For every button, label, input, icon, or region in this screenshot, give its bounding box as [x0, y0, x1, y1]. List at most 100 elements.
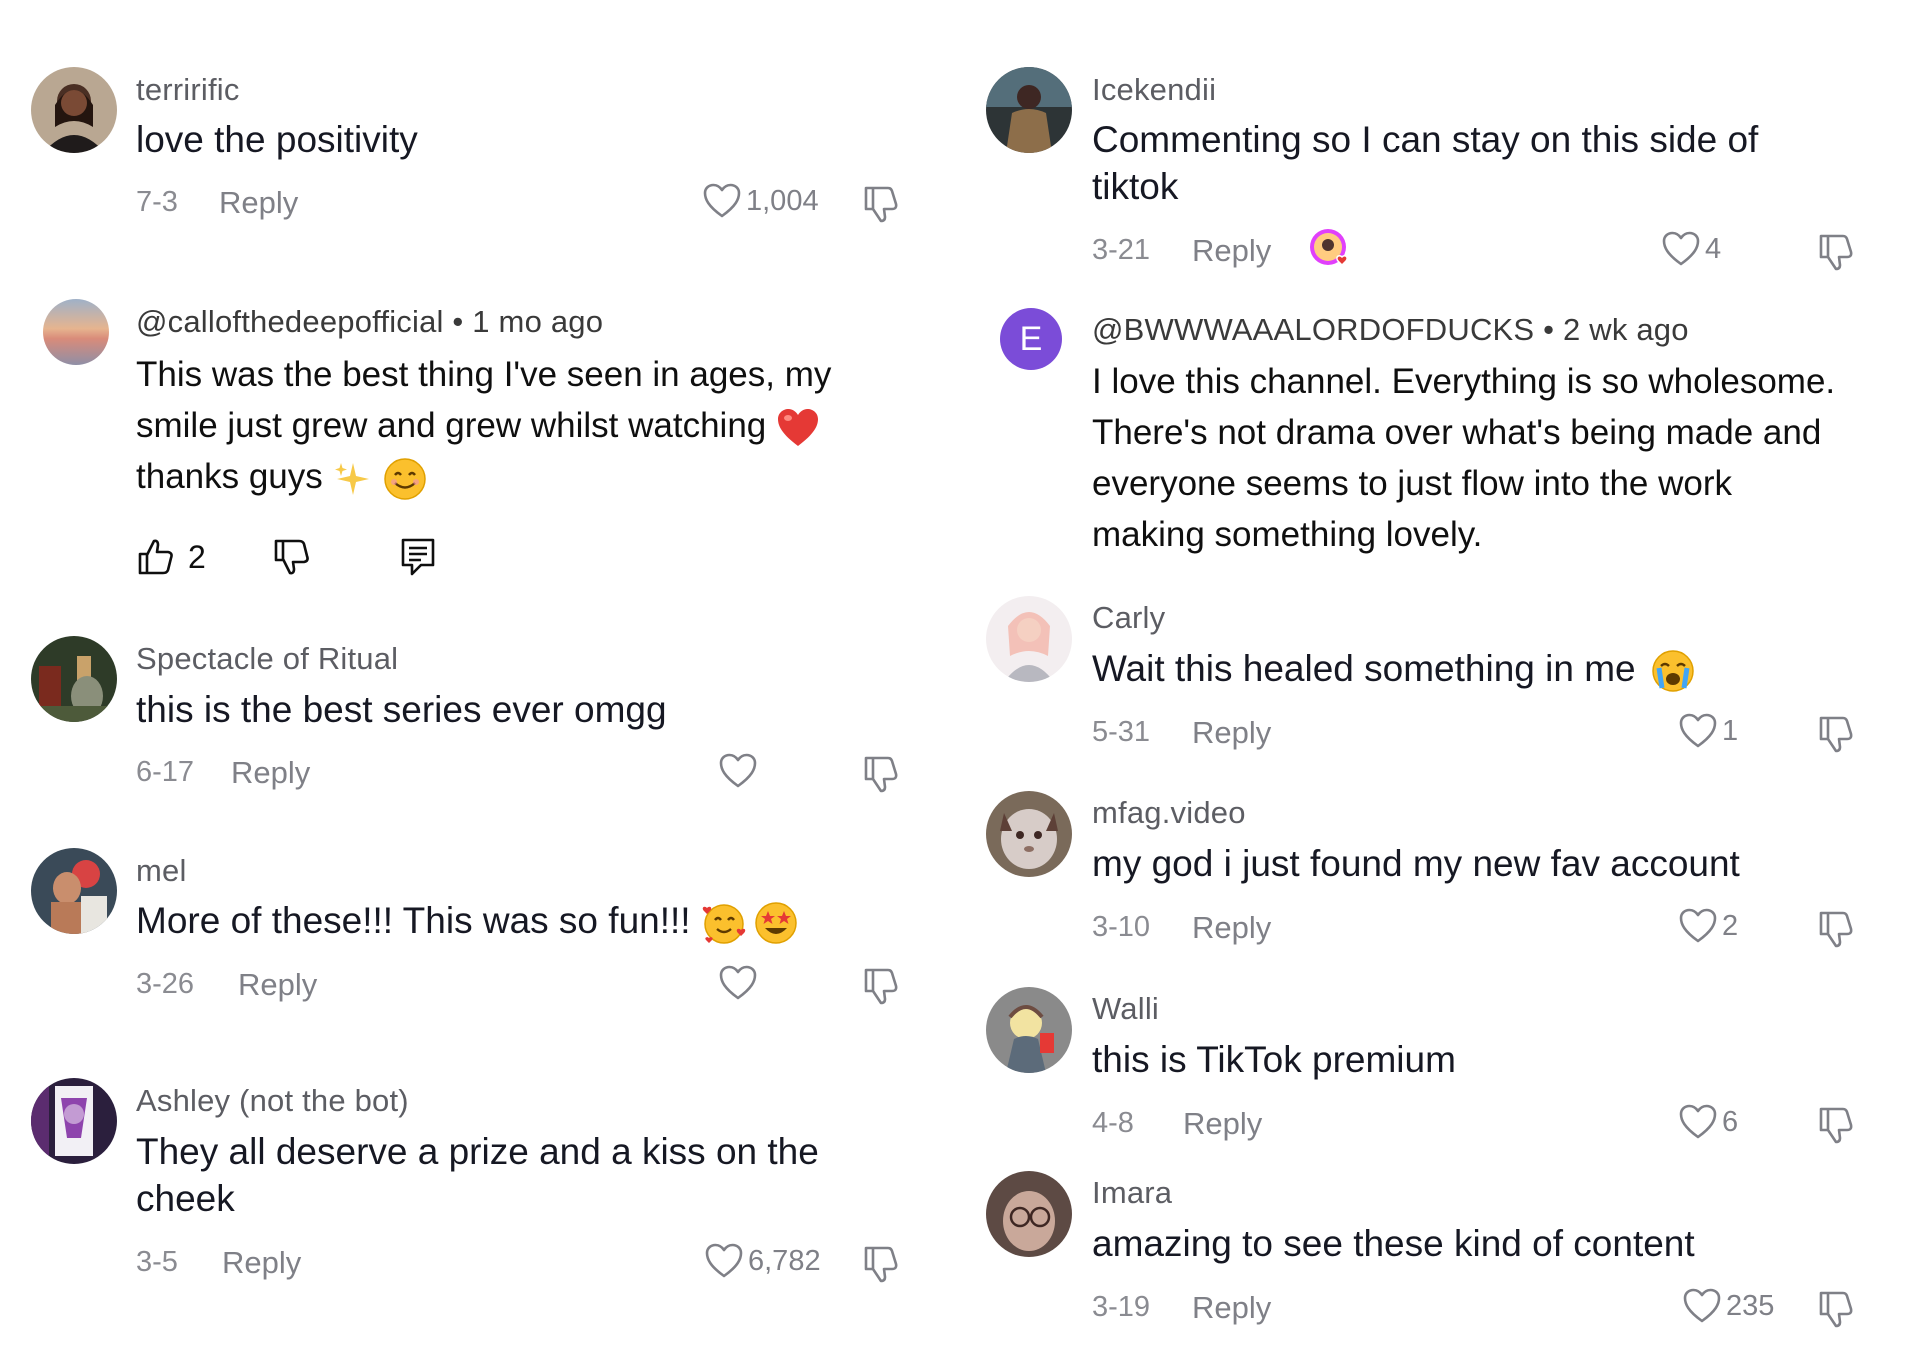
comment-text: my god i just found my new fav account: [1092, 843, 1740, 884]
like-button[interactable]: 1: [1678, 712, 1738, 750]
avatar[interactable]: E: [1000, 308, 1062, 370]
like-count: 235: [1726, 1289, 1775, 1322]
comment-text: this is TikTok premium: [1092, 1039, 1456, 1080]
like-count: 6,782: [748, 1244, 821, 1277]
like-button[interactable]: 1,004: [702, 182, 819, 220]
username[interactable]: Imara: [1092, 1175, 1172, 1211]
comment-meta: @callofthedeepofficial • 1 mo ago: [136, 304, 603, 340]
username[interactable]: @BWWWAAALORDOFDUCKS: [1092, 312, 1534, 347]
thumbs-down-icon[interactable]: [1815, 1287, 1857, 1329]
reply-button[interactable]: Reply: [1192, 1290, 1271, 1326]
comment-text-line: I love this channel. Everything is so wh…: [1092, 362, 1836, 401]
comment-date: 4-8: [1092, 1107, 1134, 1139]
reply-button[interactable]: Reply: [1192, 910, 1271, 946]
comment-text-line-2: smile just grew and grew whilst watching: [136, 400, 820, 451]
reply-button[interactable]: Reply: [219, 185, 298, 221]
like-button[interactable]: 4: [1661, 230, 1721, 268]
comment-date: 3-26: [136, 968, 195, 1000]
like-button[interactable]: 2: [1678, 907, 1738, 945]
heart-icon: [719, 965, 757, 1000]
reply-button[interactable]: Reply: [1183, 1106, 1262, 1142]
comment-meta: @BWWWAAALORDOFDUCKS • 2 wk ago: [1092, 312, 1689, 348]
like-count: 6: [1722, 1105, 1739, 1138]
like-count: 2: [1722, 909, 1739, 942]
heart-icon: [1679, 713, 1717, 748]
reply-button[interactable]: Reply: [222, 1245, 301, 1281]
thumbs-down-icon[interactable]: [860, 964, 902, 1006]
comment-date: 3-5: [136, 1246, 178, 1278]
username[interactable]: Spectacle of Ritual: [136, 641, 398, 677]
like-count: 1,004: [746, 184, 819, 217]
username[interactable]: mel: [136, 853, 187, 889]
star-struck-emoji-icon: [754, 902, 797, 944]
thumbs-down-icon[interactable]: [860, 182, 902, 224]
comment-date: 5-31: [1092, 716, 1151, 748]
like-button[interactable]: 6: [1678, 1103, 1738, 1141]
reply-button[interactable]: Reply: [231, 755, 310, 791]
avatar[interactable]: [986, 1171, 1072, 1257]
comment-text: Wait this healed something in me: [1092, 645, 1696, 694]
comment-text: More of these!!! This was so fun!!!: [136, 897, 799, 946]
thumbs-down-icon[interactable]: [272, 537, 312, 577]
heart-icon: [1662, 231, 1700, 266]
thumbs-down-icon[interactable]: [1815, 907, 1857, 949]
like-count: 4: [1705, 232, 1722, 265]
comment-date: 3-10: [1092, 911, 1151, 943]
like-button[interactable]: [718, 964, 762, 1002]
avatar[interactable]: [31, 848, 117, 934]
reply-button[interactable]: Reply: [1192, 233, 1271, 269]
comment-date: 3-21: [1092, 234, 1151, 266]
avatar[interactable]: [986, 987, 1072, 1073]
comment-reply-icon[interactable]: [400, 537, 436, 577]
heart-icon: [1683, 1288, 1721, 1323]
loudly-crying-face-emoji-icon: [1651, 650, 1694, 692]
comment-text-line-2: cheek: [136, 1178, 235, 1219]
avatar[interactable]: [986, 596, 1072, 682]
avatar[interactable]: [986, 791, 1072, 877]
comment-text-line: They all deserve a prize and a kiss on t…: [136, 1131, 819, 1172]
avatar[interactable]: [43, 299, 109, 365]
comment-text-line-2: tiktok: [1092, 166, 1179, 207]
comment-text-line: This was the best thing I've seen in age…: [136, 355, 832, 394]
username[interactable]: Icekendii: [1092, 72, 1216, 108]
avatar[interactable]: [986, 67, 1072, 153]
username[interactable]: terrirific: [136, 72, 240, 108]
comment-text-line-4: making something lovely.: [1092, 515, 1483, 554]
thumbs-up-icon[interactable]: [136, 537, 176, 577]
thumbs-down-icon[interactable]: [860, 1242, 902, 1284]
comment-text: love the positivity: [136, 119, 418, 160]
like-button[interactable]: 235: [1682, 1287, 1774, 1325]
thumbs-down-icon[interactable]: [860, 752, 902, 794]
username[interactable]: @callofthedeepofficial: [136, 304, 444, 339]
like-count: 2: [188, 538, 206, 575]
comment-date: 6-17: [136, 756, 195, 788]
reply-button[interactable]: Reply: [238, 967, 317, 1003]
like-button[interactable]: [718, 752, 762, 790]
username[interactable]: Walli: [1092, 991, 1159, 1027]
like-count: 1: [1722, 714, 1739, 747]
like-button[interactable]: 6,782: [704, 1242, 821, 1280]
username[interactable]: Carly: [1092, 600, 1165, 636]
comment-actions: 2: [136, 537, 436, 577]
reply-button[interactable]: Reply: [1192, 715, 1271, 751]
comment-text-line-3: everyone seems to just flow into the wor…: [1092, 464, 1733, 503]
comment-time: • 2 wk ago: [1534, 312, 1689, 347]
comment-text-line: Commenting so I can stay on this side of: [1092, 119, 1759, 160]
creator-liked-badge: [1308, 227, 1354, 273]
smiling-face-emoji-icon: [384, 458, 426, 500]
thumbs-down-icon[interactable]: [1815, 230, 1857, 272]
avatar[interactable]: [31, 636, 117, 722]
comment-text-line-2: There's not drama over what's being made…: [1092, 413, 1822, 452]
red-heart-emoji-icon: [778, 408, 819, 446]
avatar[interactable]: [31, 67, 117, 153]
thumbs-down-icon[interactable]: [1815, 712, 1857, 754]
avatar[interactable]: [31, 1078, 117, 1164]
comment-time: • 1 mo ago: [443, 304, 604, 339]
thumbs-down-icon[interactable]: [1815, 1103, 1857, 1145]
username[interactable]: mfag.video: [1092, 795, 1246, 831]
smiling-face-with-hearts-emoji-icon: [702, 904, 745, 944]
heart-icon: [705, 1243, 743, 1278]
username[interactable]: Ashley (not the bot): [136, 1083, 409, 1119]
heart-icon: [719, 753, 757, 788]
comment-date: 7-3: [136, 186, 178, 218]
